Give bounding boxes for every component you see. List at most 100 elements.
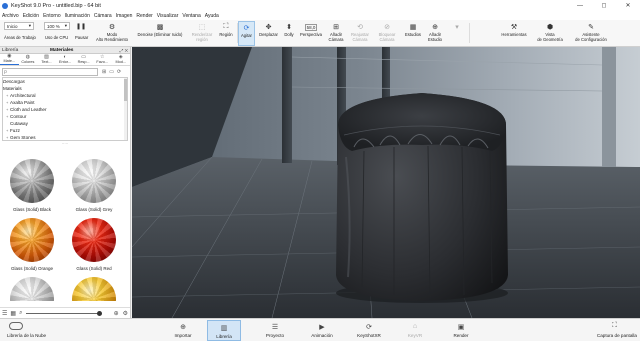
pause-icon[interactable]: ❚❚ — [76, 22, 86, 30]
add-camera-icon: ⊞ — [333, 24, 339, 31]
zoom-in-icon[interactable]: ⊕ — [114, 310, 119, 317]
panel-controls[interactable]: ⤢ ✕ — [120, 48, 128, 53]
tree-item-gem-stones[interactable]: + Gem Stones — [3, 134, 127, 140]
workspace-select[interactable]: Inicio ▾ — [4, 22, 34, 30]
panel-footer: ☰ ▦ ⌕ ⊕ ⚙ — [0, 307, 130, 318]
studios-button[interactable]: ▦ Estudios — [402, 21, 424, 46]
refresh-icon[interactable]: ⟳ — [117, 69, 121, 75]
tab-models[interactable]: ◈ Mod... — [111, 54, 130, 65]
tree-item-contour[interactable]: + Contour — [3, 113, 127, 120]
close-button[interactable]: ✕ — [616, 0, 640, 11]
panel-splitter[interactable]: ····· — [0, 141, 130, 146]
region-label: Región — [219, 32, 233, 37]
tree-item-axalta-paint[interactable]: + Axalta Paint — [3, 99, 127, 106]
performance-mode-button[interactable]: ⚙ Modo Alto Rendimiento — [92, 21, 132, 46]
material-thumbnail[interactable] — [64, 277, 120, 301]
keyshotxr-icon: ⟳ — [366, 323, 372, 331]
material-caption: Glass (Solid) Grey — [75, 207, 113, 212]
lock-camera-button[interactable]: ⊘ Bloquear Cámara — [374, 21, 400, 46]
add-camera-button[interactable]: ⊞ Añadir Cámara — [326, 21, 346, 46]
menu-edicion[interactable]: Edición — [23, 13, 39, 19]
tools-button[interactable]: ⚒ Herramientas — [497, 21, 531, 46]
render-region-button[interactable]: ⬚ Renderizar región — [188, 21, 216, 46]
library-label: Librería — [216, 334, 232, 339]
keyshot-logo-icon — [2, 2, 8, 9]
tab-colors[interactable]: ◍ Colores — [19, 54, 38, 65]
search-row: ρ ⊞ ▭ ⟳ — [0, 66, 130, 77]
import-button[interactable]: ⊕ Importar — [166, 320, 200, 341]
menu-archivo[interactable]: Archivo — [2, 13, 19, 19]
cloud-library-button[interactable]: Librería de la Nube — [3, 321, 63, 340]
material-caption: Glass (Solid) Red — [76, 266, 112, 271]
open-folder-icon[interactable]: ▭ — [109, 69, 114, 75]
tab-environments[interactable]: ◐ Entor... — [56, 54, 75, 65]
add-studio-button[interactable]: ⊕ Añadir Estudio — [425, 21, 445, 46]
material-thumbnail[interactable]: Glass (Solid) Red — [64, 218, 120, 274]
thumbnail-size-slider[interactable] — [26, 310, 103, 316]
minimize-button[interactable]: — — [568, 0, 592, 11]
zoom-select[interactable]: 100 % ▾ — [44, 22, 70, 30]
tumble-button[interactable]: ⟳ Agitar — [238, 21, 255, 46]
menu-render[interactable]: Render — [136, 13, 152, 19]
tree-item-label: Axalta Paint — [10, 100, 35, 105]
reset-camera-button[interactable]: ⟲ Reajustar Cámara — [347, 21, 373, 46]
render-button[interactable]: ▣ Render — [444, 320, 478, 341]
material-swatch — [10, 218, 54, 262]
tree-item-descargas[interactable]: Descargas — [3, 78, 127, 85]
dolly-button[interactable]: ⬍ Dolly — [282, 21, 296, 46]
settings-icon[interactable]: ⚙ — [123, 310, 128, 317]
menu-visualizar[interactable]: Visualizar — [157, 13, 179, 19]
animation-button[interactable]: ▶ Animación — [305, 320, 339, 341]
region-button[interactable]: ⛶ Región — [216, 21, 236, 46]
toolbar-divider — [469, 23, 470, 43]
tree-item-cutaway[interactable]: Cutaway — [3, 120, 127, 127]
maximize-button[interactable]: ◻ — [592, 0, 616, 11]
material-thumbnail[interactable]: Glass (Solid) Black — [2, 159, 58, 215]
menu-camara[interactable]: Cámara — [94, 13, 112, 19]
slider-knob[interactable] — [97, 310, 103, 316]
new-folder-icon[interactable]: ⊞ — [102, 69, 106, 75]
tree-item-architectural[interactable]: + Architectural — [3, 92, 127, 99]
tree-item-materials[interactable]: Materials — [3, 85, 127, 92]
tab-textures[interactable]: ▧ Text... — [37, 54, 56, 65]
material-thumbnail[interactable] — [2, 277, 58, 301]
render-viewport[interactable] — [132, 47, 640, 318]
project-button[interactable]: ☰ Proyecto — [258, 320, 292, 341]
search-input[interactable]: ρ — [2, 67, 98, 76]
menu-entorno[interactable]: Entorno — [43, 13, 61, 19]
screenshot-button[interactable]: ⛶ Captura de pantalla — [597, 321, 637, 340]
menu-ayuda[interactable]: Ayuda — [205, 13, 219, 19]
pause-label[interactable]: Pausar — [75, 35, 88, 40]
menu-iluminacion[interactable]: Iluminación — [65, 13, 90, 19]
tab-favorites[interactable]: ☆ Favo... — [93, 54, 112, 65]
geometry-view-button[interactable]: ⬢ Vista de Geometría — [532, 21, 568, 46]
scrollbar-thumb[interactable] — [124, 79, 127, 101]
tab-libreria[interactable]: Librería — [2, 48, 50, 53]
workspace-label: Áreas de Trabajo — [4, 35, 36, 40]
tree-scrollbar[interactable] — [124, 78, 127, 140]
material-thumbnail[interactable]: Glass (Solid) Orange — [2, 218, 58, 274]
tab-materials[interactable]: ◉ Mate... — [0, 54, 19, 65]
grid-view-icon[interactable]: ▦ — [10, 310, 16, 317]
menu-ventana[interactable]: Ventana — [182, 13, 200, 19]
perspective-button[interactable]: 58,0 Perspectiva — [297, 21, 325, 46]
perspective-icon: 58,0 — [304, 22, 318, 32]
keyshotxr-button[interactable]: ⟳ KeyShotXR — [352, 320, 386, 341]
library-button[interactable]: ▥ Librería — [207, 320, 241, 341]
keyvr-button[interactable]: ⌂ KeyVR — [398, 320, 432, 341]
focal-length-field[interactable]: 58,0 — [304, 23, 318, 31]
tab-materiales[interactable]: Materiales — [50, 48, 73, 53]
list-view-icon[interactable]: ☰ — [2, 310, 7, 317]
tree-item-fuzz[interactable]: + Fuzz — [3, 127, 127, 134]
pan-button[interactable]: ✥ Desplazar — [256, 21, 281, 46]
config-wizard-button[interactable]: ✎ Asistente de Configuración — [569, 21, 613, 46]
library-tabs: ◉ Mate... ◍ Colores ▧ Text... ◐ Entor...… — [0, 54, 130, 66]
tab-backplates[interactable]: ▭ Resp... — [74, 54, 93, 65]
studio-options-button[interactable]: ▾ — [446, 21, 468, 46]
tree-item-cloth-leather[interactable]: + Cloth and Leather — [3, 106, 127, 113]
menu-imagen[interactable]: Imagen — [116, 13, 133, 19]
zoom-out-icon[interactable]: ⌕ — [19, 310, 22, 317]
lock-camera-icon: ⊘ — [384, 24, 390, 31]
denoise-button[interactable]: ▩ Denoise (Eliminar ruido) — [133, 21, 187, 46]
material-thumbnail[interactable]: Glass (Solid) Grey — [64, 159, 120, 215]
